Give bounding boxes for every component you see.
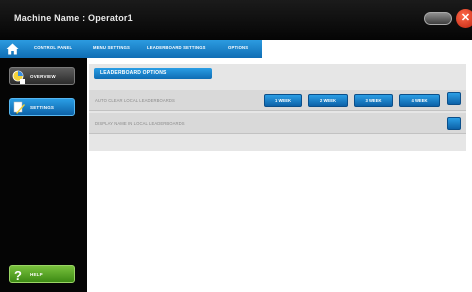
nav-item-control-panel[interactable]: CONTROL PANEL: [34, 45, 72, 50]
sidebar-item-help[interactable]: ? HELP: [9, 265, 75, 283]
auto-clear-toggle[interactable]: [447, 92, 461, 105]
close-icon: ✕: [460, 12, 471, 24]
row-divider: [89, 133, 466, 134]
settings-icon: [12, 100, 26, 116]
sidebar-item-settings[interactable]: SETTINGS: [9, 98, 75, 116]
nav-item-menu-settings[interactable]: MENU SETTINGS: [93, 45, 130, 50]
help-icon: ?: [12, 267, 26, 283]
app-window: Machine Name : Operator1 ✕ CONTROL PANEL…: [0, 0, 472, 292]
window-title: Machine Name : Operator1: [14, 13, 133, 23]
auto-clear-label: AUTO CLEAR LOCAL LEADERBOARDS: [95, 98, 175, 103]
minimize-button[interactable]: [424, 12, 452, 25]
nav-item-options[interactable]: OPTIONS: [228, 45, 248, 50]
nav-item-leaderboard-settings[interactable]: LEADERBOARD SETTINGS: [147, 45, 206, 50]
auto-clear-4-week-button[interactable]: 4 WEEK: [399, 94, 440, 107]
sidebar-item-label: HELP: [30, 272, 43, 277]
auto-clear-1-week-button[interactable]: 1 WEEK: [264, 94, 302, 107]
section-title: LEADERBOARD OPTIONS: [100, 70, 167, 76]
home-icon[interactable]: [6, 43, 20, 55]
display-name-label: DISPLAY NAME IN LOCAL LEADERBOARDS: [95, 121, 185, 126]
close-button[interactable]: ✕: [456, 9, 472, 28]
svg-text:?: ?: [14, 268, 22, 283]
auto-clear-2-week-button[interactable]: 2 WEEK: [308, 94, 348, 107]
title-bar: Machine Name : Operator1 ✕: [0, 0, 472, 40]
overview-icon: [12, 69, 26, 85]
section-header: LEADERBOARD OPTIONS: [94, 68, 212, 79]
display-name-toggle[interactable]: [447, 117, 461, 130]
sidebar-item-overview[interactable]: OVERVIEW: [9, 67, 75, 85]
row-divider: [89, 110, 466, 111]
sidebar-item-label: OVERVIEW: [30, 74, 56, 79]
sidebar: [0, 58, 87, 292]
sidebar-item-label: SETTINGS: [30, 105, 55, 110]
auto-clear-3-week-button[interactable]: 3 WEEK: [354, 94, 393, 107]
breadcrumb-nav: CONTROL PANEL MENU SETTINGS LEADERBOARD …: [0, 40, 262, 58]
